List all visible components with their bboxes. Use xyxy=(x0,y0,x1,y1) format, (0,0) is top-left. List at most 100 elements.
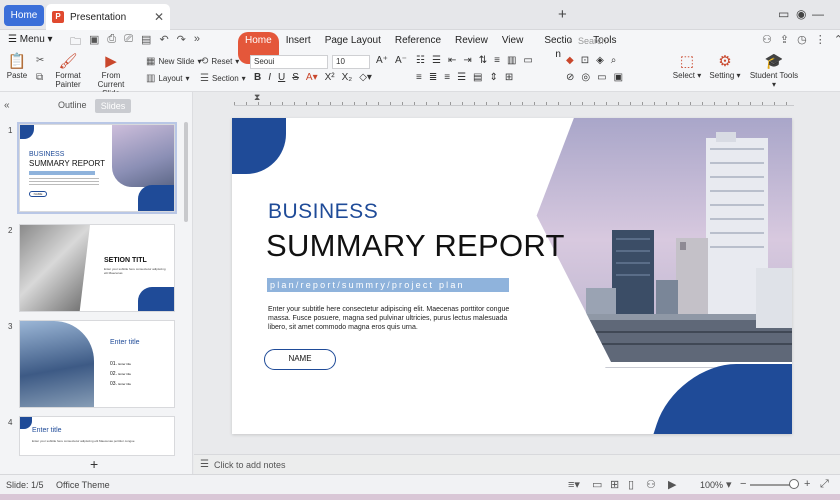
outline-icon[interactable]: ▭ xyxy=(597,72,606,83)
underline-icon[interactable]: U xyxy=(278,72,285,83)
zoom-out-icon[interactable]: − xyxy=(740,478,746,490)
bullets-icon[interactable]: ☷ xyxy=(416,55,425,66)
slide-thumbnail-2[interactable]: SETION TITL Enter your subtitle here con… xyxy=(19,224,175,312)
setting-button[interactable]: ⚙ Setting ▾ xyxy=(708,54,742,81)
replace-icon[interactable]: ⊘ xyxy=(566,72,574,83)
decrease-font-icon[interactable]: A⁻ xyxy=(395,55,407,66)
format-painter-button[interactable]: 🖌 Format Painter xyxy=(54,54,82,90)
distribute-icon[interactable]: ▤ xyxy=(473,72,482,83)
reset-button[interactable]: ⟲ Reset ▾ xyxy=(200,56,239,67)
zoom-in-icon[interactable]: + xyxy=(804,478,810,490)
user-icon[interactable]: ⚇ xyxy=(762,33,772,46)
slide-body-text[interactable]: Enter your subtitle here consectetur adi… xyxy=(268,305,528,332)
export-icon[interactable]: ⎙ xyxy=(107,33,116,52)
bold-icon[interactable]: B xyxy=(254,72,261,83)
student-tools-button[interactable]: 🎓 Student Tools ▾ xyxy=(748,54,800,90)
outline-tab[interactable]: Outline xyxy=(58,100,87,110)
increase-font-icon[interactable]: A⁺ xyxy=(376,55,388,66)
arrange-icon[interactable]: ⊡ xyxy=(581,55,589,66)
align-text-icon[interactable]: ⇕ xyxy=(490,72,498,83)
notes-area[interactable]: ☰ Click to add notes xyxy=(194,454,840,474)
select-button[interactable]: ⬚ Select ▾ xyxy=(672,54,702,81)
text-box-icon[interactable]: ▭ xyxy=(523,55,532,66)
numbering-icon[interactable]: ☰ xyxy=(432,55,441,66)
redo-icon[interactable]: ↷ xyxy=(177,33,186,52)
justify-icon[interactable]: ☰ xyxy=(457,72,466,83)
slide-sorter-icon[interactable]: ⊞ xyxy=(610,478,619,491)
columns-icon[interactable]: ▥ xyxy=(507,55,516,66)
font-color-icon[interactable]: A▾ xyxy=(306,72,318,83)
normal-view-icon[interactable]: ▭ xyxy=(592,478,602,491)
slide-canvas[interactable]: BUSINESS SUMMARY REPORT plan/report/summ… xyxy=(232,118,792,434)
search-box[interactable]: ⌕ Search xyxy=(568,33,698,49)
slide-thumbnail-3[interactable]: Enter title 01. Enter title 02. Enter ti… xyxy=(19,320,175,408)
fit-window-icon[interactable]: ⤢ xyxy=(820,478,829,491)
indent-marker-icon[interactable]: ⧗ xyxy=(254,92,260,103)
section-button[interactable]: ☰ Section ▾ xyxy=(200,73,246,84)
superscript-icon[interactable]: X² xyxy=(325,72,335,83)
align-left-icon[interactable]: ≡ xyxy=(416,72,422,83)
paste-button[interactable]: 📋 Paste xyxy=(6,54,28,81)
slide-thumbnail-1[interactable]: BUSINESS SUMMARY REPORT NAME xyxy=(17,122,177,214)
preview-icon[interactable]: ▤ xyxy=(141,33,151,52)
zoom-level[interactable]: 100% xyxy=(700,480,723,490)
fill-icon[interactable]: ◈ xyxy=(596,55,604,66)
horizontal-ruler[interactable] xyxy=(234,94,794,106)
font-name-select[interactable]: Seoui xyxy=(250,55,328,69)
slide-thumbnail-4[interactable]: Enter title Enter your subtitle here con… xyxy=(19,416,175,456)
picture-icon[interactable]: ▣ xyxy=(614,72,623,83)
layers-icon[interactable]: ◎ xyxy=(581,72,590,83)
clear-format-icon[interactable]: ◇▾ xyxy=(359,72,372,83)
text-direction-icon[interactable]: ⇅ xyxy=(479,55,487,66)
top-left-shape[interactable] xyxy=(232,118,286,174)
reading-view-icon[interactable]: ▯ xyxy=(628,478,634,491)
account-icon[interactable]: ◉ xyxy=(796,7,806,21)
add-slide-icon[interactable]: + xyxy=(90,456,98,472)
strikethrough-icon[interactable]: S xyxy=(292,72,299,83)
slide-title-line2[interactable]: SUMMARY REPORT xyxy=(266,228,565,264)
layout-button[interactable]: ▥ Layout ▾ xyxy=(146,73,190,84)
find-icon[interactable]: ⌕ xyxy=(611,55,617,66)
more-options-icon[interactable]: ⋮ xyxy=(815,33,826,46)
share-icon[interactable]: ⇪ xyxy=(780,33,789,46)
theme-name[interactable]: Office Theme xyxy=(56,480,110,490)
close-tab-icon[interactable]: ✕ xyxy=(154,10,164,24)
more-icon[interactable]: » xyxy=(194,33,200,52)
align-right-icon[interactable]: ≡ xyxy=(444,72,450,83)
document-tab[interactable]: P Presentation ✕ xyxy=(46,4,170,30)
menu-button[interactable]: ☰ Menu ▾ xyxy=(8,34,53,45)
slides-tab[interactable]: Slides xyxy=(95,99,131,113)
subscript-icon[interactable]: X₂ xyxy=(342,72,353,83)
increase-indent-icon[interactable]: ⇥ xyxy=(463,55,471,66)
undo-icon[interactable]: ↶ xyxy=(159,33,168,52)
bottom-right-shape[interactable] xyxy=(643,364,792,434)
presenter-icon[interactable]: ⚇ xyxy=(646,478,656,491)
new-tab-icon[interactable]: + xyxy=(558,6,567,23)
collapse-ribbon-icon[interactable]: ⌃ xyxy=(834,33,840,46)
print-icon[interactable]: ⎚ xyxy=(124,33,133,52)
smartart-icon[interactable]: ⊞ xyxy=(505,72,513,83)
play-slideshow-icon[interactable]: ▶ xyxy=(668,478,676,491)
home-tab[interactable]: Home xyxy=(4,5,44,26)
slide-tagline[interactable]: plan/report/summry/project plan xyxy=(267,278,509,292)
cut-button[interactable]: ✂ xyxy=(36,55,44,66)
font-size-select[interactable]: 10 xyxy=(332,55,370,69)
save-icon[interactable]: ▣ xyxy=(89,33,99,52)
slide-name-button[interactable]: NAME xyxy=(264,349,336,370)
slide-title-line1[interactable]: BUSINESS xyxy=(268,200,378,224)
zoom-dropdown-icon[interactable]: ▾ xyxy=(726,478,732,491)
city-photo[interactable] xyxy=(536,118,792,362)
panel-scrollbar[interactable] xyxy=(184,122,188,222)
decrease-indent-icon[interactable]: ⇤ xyxy=(448,55,456,66)
line-spacing-icon[interactable]: ≡ xyxy=(494,55,500,66)
new-slide-button[interactable]: ▦ New Slide ▾ xyxy=(146,56,201,67)
history-icon[interactable]: ◷ xyxy=(797,33,807,46)
italic-icon[interactable]: I xyxy=(268,72,271,83)
copy-button[interactable]: ⧉ xyxy=(36,72,43,83)
window-mode-icon[interactable]: ▭ xyxy=(778,7,789,21)
shapes-icon[interactable]: ◆ xyxy=(566,55,574,66)
collapse-panel-icon[interactable]: « xyxy=(4,100,10,111)
notes-toggle-icon[interactable]: ≡▾ xyxy=(568,478,580,491)
minimize-icon[interactable]: — xyxy=(812,7,824,21)
align-center-icon[interactable]: ≣ xyxy=(429,72,437,83)
